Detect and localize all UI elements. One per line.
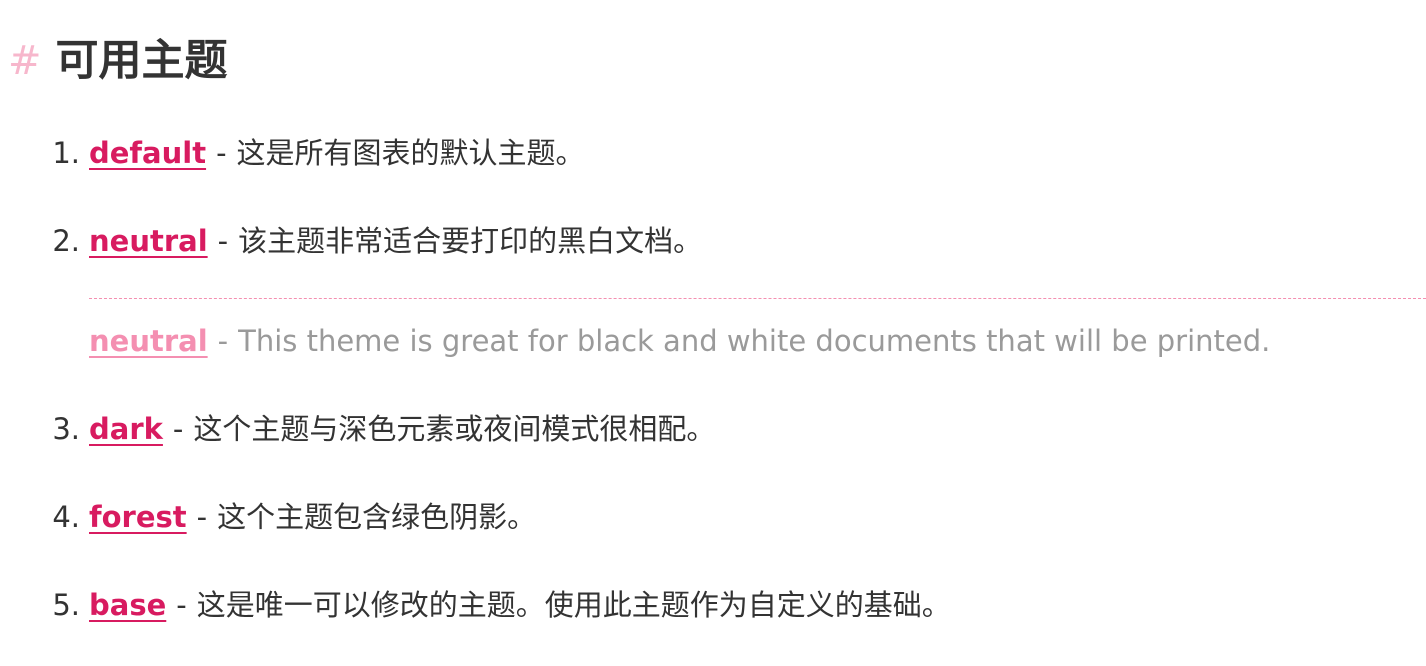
list-item-number: 5.: [52, 588, 80, 622]
theme-link-neutral[interactable]: neutral: [89, 216, 208, 266]
list-item: 5. base - 这是唯一可以修改的主题。使用此主题作为自定义的基础。: [0, 580, 951, 630]
translation-divider: [89, 298, 1426, 299]
list-item-separator: -: [216, 136, 227, 170]
list-item: 1. default - 这是所有图表的默认主题。: [0, 128, 585, 178]
list-item-description: 该主题非常适合要打印的黑白文档。: [238, 224, 703, 258]
list-item-number: 1.: [52, 136, 80, 170]
theme-link-dark[interactable]: dark: [89, 404, 163, 454]
list-item: 3. dark - 这个主题与深色元素或夜间模式很相配。: [0, 404, 715, 454]
list-item: 4. forest - 这个主题包含绿色阴影。: [0, 492, 536, 542]
list-item-separator: -: [196, 500, 208, 534]
theme-link-default[interactable]: default: [89, 128, 206, 178]
translation-description: This theme is great for black and white …: [238, 324, 1271, 358]
list-item: 2. neutral - 该主题非常适合要打印的黑白文档。: [0, 216, 702, 266]
theme-link-base[interactable]: base: [89, 580, 166, 630]
list-item-number: 2.: [52, 224, 80, 258]
document-page: # 可用主题 1. default - 这是所有图表的默认主题。 2. neut…: [0, 0, 1426, 666]
translation-block: neutral - This theme is great for black …: [89, 316, 1270, 366]
list-item-number: 3.: [52, 412, 80, 446]
list-item-separator: -: [176, 588, 187, 622]
translation-separator: -: [217, 324, 229, 358]
translation-theme-link-neutral[interactable]: neutral: [89, 316, 208, 366]
theme-link-forest[interactable]: forest: [89, 492, 187, 542]
list-item-separator: -: [172, 412, 184, 446]
list-item-description: 这个主题包含绿色阴影。: [217, 500, 537, 534]
list-item-description: 这是唯一可以修改的主题。使用此主题作为自定义的基础。: [196, 588, 951, 622]
list-item-description: 这是所有图表的默认主题。: [236, 136, 585, 170]
list-item-separator: -: [217, 224, 229, 258]
list-item-number: 4.: [52, 500, 80, 534]
theme-list: 1. default - 这是所有图表的默认主题。 2. neutral - 该…: [0, 0, 1426, 666]
list-item-description: 这个主题与深色元素或夜间模式很相配。: [193, 412, 716, 446]
